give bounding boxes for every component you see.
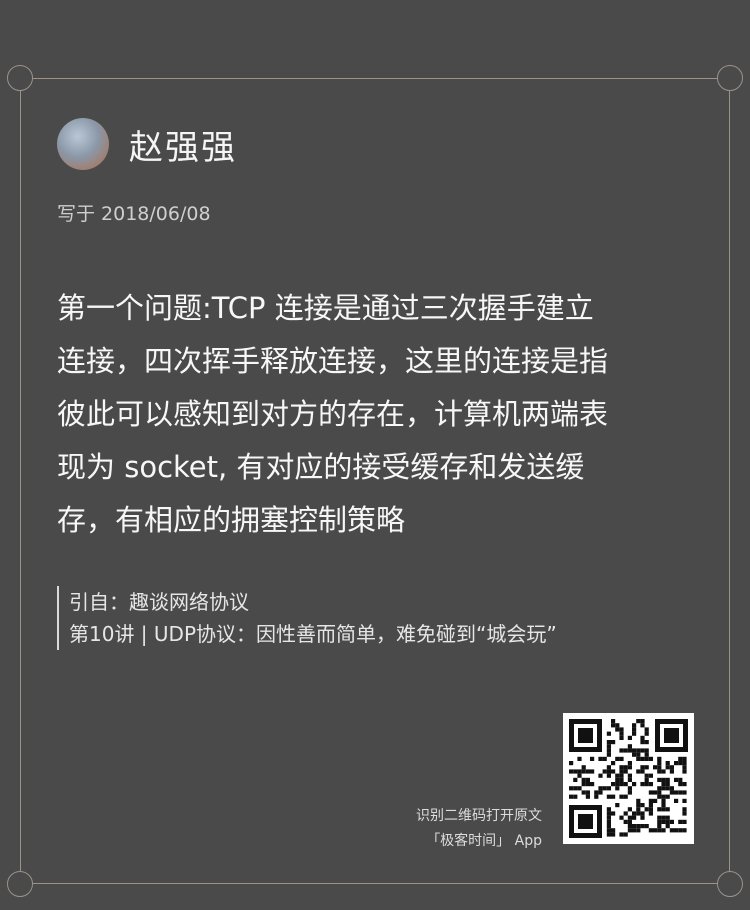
corner-ornament <box>717 871 743 897</box>
quote-line: 彼此可以感知到对方的存在，计算机两端表 <box>57 397 609 431</box>
quote-line: 第一个问题:TCP 连接是通过三次握手建立 <box>57 291 594 325</box>
quote-line: 连接，四次挥手释放连接，这里的连接是指 <box>57 344 609 378</box>
source-chapter: 第10讲 | UDP协议：因性善而简单，难免碰到“城会玩” <box>69 622 557 646</box>
corner-ornament <box>7 65 33 91</box>
corner-ornament <box>717 65 743 91</box>
written-date: 写于 2018/06/08 <box>57 203 211 225</box>
qr-code-graphic <box>563 713 694 844</box>
qr-hint-line: 识别二维码打开原文 <box>416 808 542 824</box>
author-header: 赵强强 <box>57 118 237 170</box>
corner-ornament <box>7 871 33 897</box>
author-name: 赵强强 <box>129 127 237 168</box>
quote-line: 现为 socket, 有对应的接受缓存和发送缓 <box>57 450 585 484</box>
quote-line: 存，有相应的拥塞控制策略 <box>57 503 406 537</box>
qr-hint: 识别二维码打开原文 「极客时间」 App <box>390 804 542 854</box>
qr-hint-app: 「极客时间」 App <box>426 833 542 849</box>
source-book: 引自：趣谈网络协议 <box>69 590 249 614</box>
avatar <box>57 118 109 170</box>
qr-code-icon[interactable] <box>563 713 694 844</box>
quote-text: 第一个问题:TCP 连接是通过三次握手建立 连接，四次挥手释放连接，这里的连接是… <box>57 282 687 547</box>
source-citation: 引自：趣谈网络协议 第10讲 | UDP协议：因性善而简单，难免碰到“城会玩” <box>57 586 557 650</box>
